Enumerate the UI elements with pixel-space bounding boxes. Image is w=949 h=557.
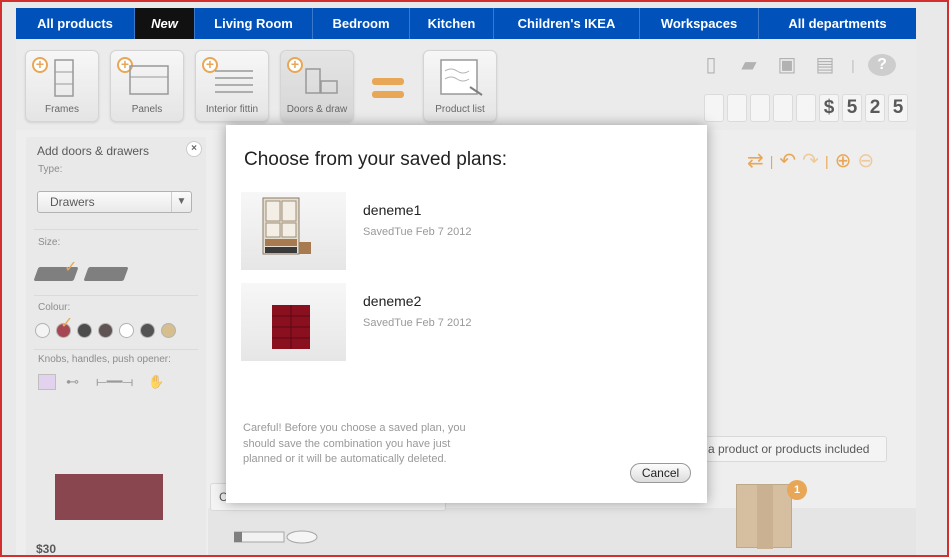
nav-kitchen[interactable]: Kitchen	[410, 8, 494, 39]
top-navigation: All products New Living Room Bedroom Kit…	[16, 8, 916, 39]
dialog-title: Choose from your saved plans:	[244, 149, 507, 170]
plan-date: SavedTue Feb 7 2012	[363, 317, 472, 329]
plan-name: deneme2	[363, 293, 422, 309]
plan-date: SavedTue Feb 7 2012	[363, 226, 472, 238]
nav-bedroom[interactable]: Bedroom	[313, 8, 410, 39]
saved-plan-item[interactable]: deneme1 SavedTue Feb 7 2012	[241, 192, 696, 272]
saved-plans-dialog: Choose from your saved plans: deneme1 Sa…	[226, 125, 707, 503]
app-window: All products New Living Room Bedroom Kit…	[0, 0, 949, 557]
drawer-chest-image	[272, 305, 310, 349]
saved-plan-item[interactable]: deneme2 SavedTue Feb 7 2012	[241, 283, 696, 363]
plan-thumbnail	[241, 283, 346, 361]
nav-living-room[interactable]: Living Room	[195, 8, 313, 39]
cancel-button[interactable]: Cancel	[630, 463, 691, 483]
warning-note: Careful! Before you choose a saved plan,…	[243, 422, 466, 465]
nav-all-departments[interactable]: All departments	[759, 8, 916, 39]
plan-name: deneme1	[363, 202, 422, 218]
plan-thumbnail	[241, 192, 346, 270]
cabinet-image	[262, 197, 311, 255]
nav-workspaces[interactable]: Workspaces	[640, 8, 759, 39]
nav-all-products[interactable]: All products	[16, 8, 135, 39]
nav-childrens-ikea[interactable]: Children's IKEA	[494, 8, 640, 39]
nav-new[interactable]: New	[135, 8, 195, 39]
